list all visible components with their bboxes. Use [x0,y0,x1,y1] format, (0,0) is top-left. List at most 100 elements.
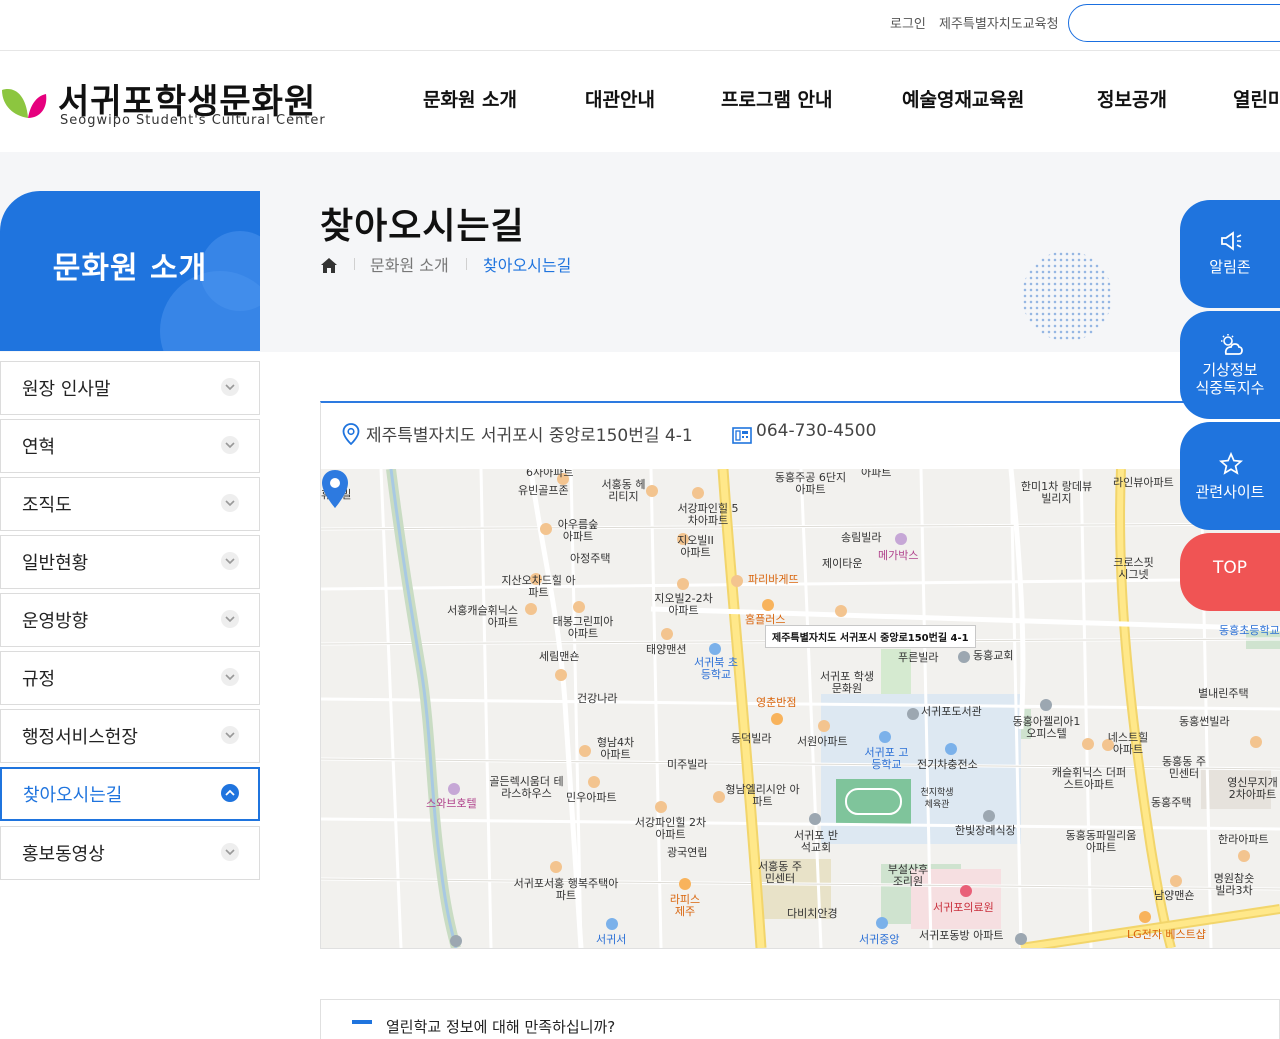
map-label: 남양맨숀 [1154,889,1195,902]
chevron-down-icon [221,726,239,744]
map-label: 영춘반점 [756,696,797,709]
map-label: 송림빌라 [841,531,882,544]
map-label: 6사아파트 [526,469,574,479]
lnb-title-box: 문화원 소개 [0,191,260,351]
map-label: 동홍주공 6단지아파트 [774,471,847,496]
map-label: 광국연립 [667,846,708,859]
quick-weather-label: 기상정보 [1202,361,1258,379]
map-label: 푸른빌라 [898,651,939,664]
gnb-program[interactable]: 프로그램 안내 [721,85,833,112]
survey-question: 열린학교 정보에 대해 만족하십니까? [386,1018,616,1036]
lnb-item-direction[interactable]: 운영방향 [0,593,260,647]
map-label: 동홍동파밀리움 아파트 [1065,829,1137,854]
gnb-about[interactable]: 문화원 소개 [423,85,517,112]
gnb-open[interactable]: 열린마 [1233,85,1280,112]
map-label: 서원아파트 [797,735,848,748]
survey-marker [352,1020,372,1024]
login-link[interactable]: 로그인 [890,13,926,32]
map-label: 전기차충전소 [917,758,978,771]
office-link[interactable]: 제주특별자치도교육청 [939,13,1059,32]
phone-text: 064-730-4500 [756,421,877,441]
lnb-item-greeting[interactable]: 원장 인사말 [0,361,260,415]
map-label: 라인뷰아파트 [1113,476,1174,489]
lnb-item-label: 운영방향 [22,611,89,632]
map-label: 메가박스 [878,549,919,562]
map-label: 태양맨션 [646,643,687,656]
quick-weather-button[interactable]: 기상정보 식중독지수 [1180,311,1280,419]
map-label: 태봉그린피아 아파트 [552,615,614,640]
top-button-label: TOP [1212,558,1248,578]
map-label: 네스트힐 아파트 [1107,731,1149,756]
lnb-item-label: 찾아오시는길 [23,785,123,806]
map-label: 지오빌2-2차 아파트 [654,592,713,617]
map-marker-label: 제주특별자치도 서귀포시 중앙로150번길 4-1 [765,625,976,648]
address-text: 제주특별자치도 서귀포시 중앙로150번길 4-1 [366,426,693,446]
map-label: 형남4차 아파트 [596,736,635,761]
map-label: 서귀포 반석교회 [794,829,838,854]
lnb-item-directions-active[interactable]: 찾아오시는길 [0,767,260,821]
map-label: 스와브호텔 [426,797,477,810]
quick-foodpoison-label: 식중독지수 [1195,379,1265,397]
breadcrumb-parent[interactable]: 문화원 소개 [370,252,449,276]
lnb-item-organization[interactable]: 조직도 [0,477,260,531]
lnb-item-status[interactable]: 일반현황 [0,535,260,589]
top-button[interactable]: TOP [1180,533,1280,611]
gnb-rental[interactable]: 대관안내 [585,85,655,112]
page-title: 찾아오시는길 [320,206,525,247]
map-label: 한빛장례식장 [955,824,1016,837]
map-label: 서귀포서홍 행복주택아파트 [513,877,619,902]
lnb-item-video[interactable]: 홍보동영상 [0,826,260,880]
map-label: 천지학생 체육관 [920,788,954,810]
quick-related-button[interactable]: 관련사이트 [1180,422,1280,530]
map-label: 민우아파트 [566,791,617,804]
lnb-item-label: 원장 인사말 [22,379,111,400]
map[interactable]: 휴먼빌 6사아파트 유빈골프존 서홍동 헤리티지 서강파인힐 5차아파트 동홍주… [321,469,1280,948]
map-label: 서강파인힐 5차아파트 [677,502,739,527]
gnb-disclosure[interactable]: 정보공개 [1097,85,1167,112]
map-label: 지산오차드힐 아파트 [501,574,576,599]
logo-leaf-icon[interactable] [0,82,50,122]
weather-icon [1221,334,1243,355]
map-label: 부설산후 조리원 [887,863,929,888]
map-label: 다비치안경 [787,907,838,920]
map-label: 지오빌II 아파트 [677,534,714,559]
map-label: 서홍동 주민센터 [758,860,802,885]
lnb-item-rules[interactable]: 규정 [0,651,260,705]
map-label: 제이타운 [822,557,863,570]
lnb-item-label: 규정 [22,669,56,690]
map-label: 영신무지개 2차아파트 [1227,776,1278,801]
map-label: 서귀포동방 아파트 [919,929,1004,942]
lnb-item-history[interactable]: 연혁 [0,419,260,473]
map-label: 서귀서 [596,933,627,946]
lnb-item-charter[interactable]: 행정서비스헌장 [0,709,260,763]
map-label: 동홍동 주민센터 [1162,755,1206,780]
map-label: 미주빌라 [667,758,708,771]
gnb-gifted-edu[interactable]: 예술영재교육원 [902,85,1024,112]
decorative-dots [1022,251,1112,341]
breadcrumb-separator [354,258,355,270]
chevron-down-icon [221,610,239,628]
phone-icon [732,427,752,444]
home-icon[interactable] [320,256,338,274]
search-input[interactable] [1068,4,1280,42]
chevron-down-icon [221,552,239,570]
map-label: 아정주택 [570,552,611,565]
chevron-up-icon [221,784,239,802]
lnb-item-label: 행정서비스헌장 [22,727,138,748]
map-label: 명원참숏 빌라3차 [1213,872,1255,897]
map-marker-icon[interactable] [321,469,349,509]
map-label: 서홍캐슬휘닉스 아파트 [447,604,518,629]
chevron-down-icon [221,494,239,512]
map-label: 건강나라 [577,692,618,705]
map-label: LG전자 베스트샵 [1127,928,1206,941]
map-label: 한미1차 랑데뷰빌리지 [1020,480,1093,505]
megaphone-icon [1221,231,1242,251]
chevron-down-icon [221,843,239,861]
lnb-title: 문화원 소개 [52,251,208,286]
map-label: 아우름숲 아파트 [557,518,599,543]
map-label: 동홍썬빌라 [1179,715,1230,728]
lnb-item-label: 홍보동영상 [22,844,105,865]
map-label: 한라아파트 [1218,833,1269,846]
quick-notice-button[interactable]: 알림존 [1180,200,1280,308]
map-label: 서귀포도서관 [921,705,982,718]
